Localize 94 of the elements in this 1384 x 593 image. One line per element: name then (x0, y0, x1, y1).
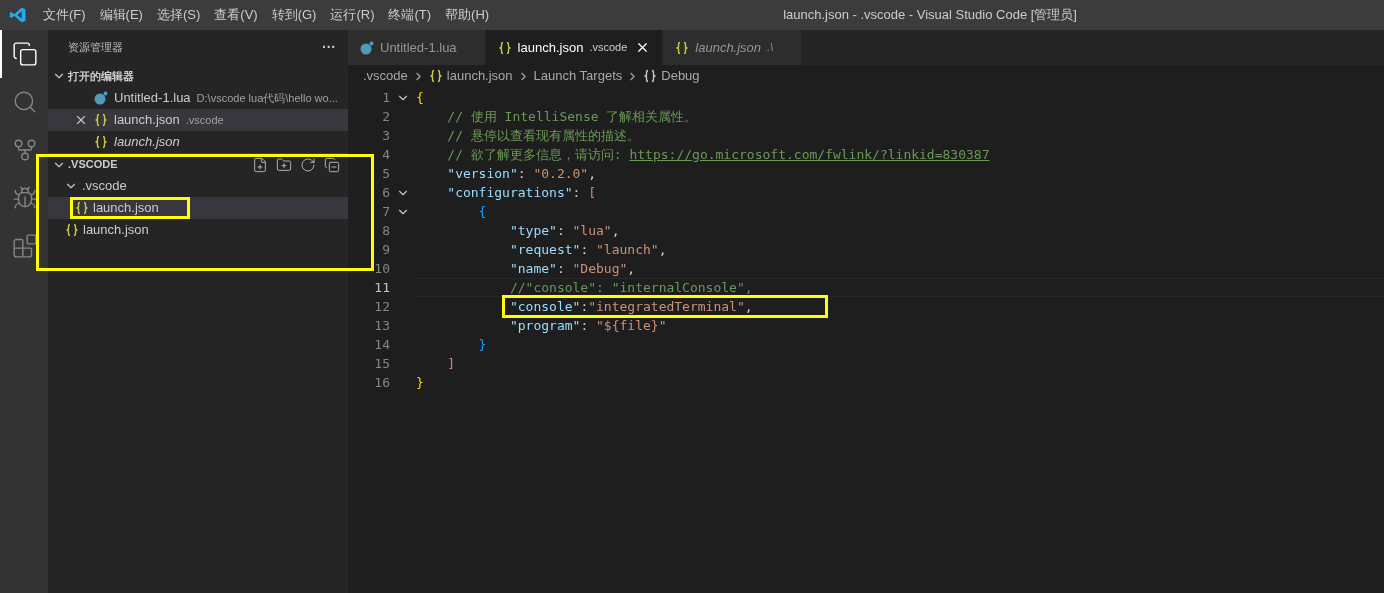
line-number: 7 (381, 202, 390, 221)
line-number: 2 (381, 107, 390, 126)
braces-icon (94, 135, 108, 149)
code-line: "console":"integratedTerminal", (416, 296, 825, 317)
section-title: 打开的编辑器 (68, 68, 134, 84)
file-label: launch.json (114, 133, 180, 152)
code-line: // 悬停以查看现有属性的描述。 (446, 126, 640, 145)
line-number: 13 (373, 316, 390, 335)
tab-path: .vscode (589, 40, 628, 56)
line-number: 15 (373, 354, 390, 373)
braces-icon (75, 201, 89, 215)
code-line: ] (446, 354, 456, 373)
line-number: 12 (373, 297, 390, 316)
window-title: launch.json - .vscode - Visual Studio Code [管理员] (783, 6, 1077, 25)
menu-item[interactable]: 帮助(H) (438, 5, 497, 25)
blocks-icon (12, 233, 38, 259)
line-number: 9 (381, 240, 390, 259)
menu-item[interactable]: 文件(F) (36, 5, 93, 25)
moon-icon (94, 91, 108, 105)
code-line: "program": "${file}" (508, 316, 667, 335)
menu-item[interactable]: 转到(G) (264, 5, 324, 25)
breadcrumb-item[interactable]: launch.json (446, 66, 513, 86)
tree-item[interactable]: launch.json (48, 197, 348, 219)
branch-icon (12, 137, 38, 163)
search-icon (12, 89, 38, 115)
sidebar-title: 资源管理器 (68, 40, 123, 56)
line-number: 1 (381, 88, 390, 107)
line-number: 4 (381, 145, 390, 164)
braces-icon (675, 40, 690, 55)
braces-icon (497, 40, 512, 55)
new-file-icon[interactable] (252, 156, 268, 173)
file-label: .vscode (82, 177, 127, 196)
tree-item[interactable]: .vscode (48, 175, 348, 197)
section-header[interactable]: 打开的编辑器 (48, 65, 348, 87)
more-button[interactable]: ··· (322, 37, 336, 58)
menu-item[interactable]: 终端(T) (381, 5, 439, 25)
code-line: "request": "launch", (508, 240, 667, 259)
editor-tab[interactable]: Untitled-1.lua (348, 30, 486, 65)
editor-tab[interactable]: launch.json .\ (663, 30, 803, 65)
tab-label: launch.json (695, 38, 762, 57)
open-editor-item[interactable]: launch.json (48, 131, 348, 153)
file-path: .vscode (185, 112, 224, 128)
menu-item[interactable]: 编辑(E) (92, 5, 150, 25)
line-number: 6 (381, 183, 390, 202)
line-number: 5 (381, 164, 390, 183)
code-line: "configurations": [ (446, 183, 597, 202)
close-icon[interactable] (74, 113, 88, 127)
line-number: 16 (373, 373, 390, 392)
file-label: launch.json (114, 111, 180, 130)
line-number: 14 (373, 335, 390, 354)
line-number: 3 (381, 126, 390, 145)
braces-icon (65, 223, 79, 237)
moon-icon (360, 40, 374, 55)
files-icon (12, 41, 38, 67)
code-line: { (416, 88, 424, 107)
code-line: { (477, 202, 487, 221)
tree-item[interactable]: launch.json (48, 219, 348, 241)
code-line: } (477, 335, 487, 354)
menu-item[interactable]: 运行(R) (323, 5, 382, 25)
editor-tab[interactable]: launch.json .vscode (485, 30, 664, 65)
line-number: 8 (381, 221, 390, 240)
refresh-icon[interactable] (300, 156, 316, 173)
line-number: 11 (373, 278, 390, 297)
code-line: "type": "lua", (508, 221, 620, 240)
code-line: } (416, 373, 424, 392)
braces-icon (428, 69, 443, 83)
collapse-icon[interactable] (324, 156, 340, 173)
code-line: // 欲了解更多信息，请访问: https://go.microsoft.com/fwlink/?linkid=830387 (446, 145, 990, 164)
section-header[interactable]: .VSCODE (48, 153, 348, 175)
file-label: launch.json (93, 199, 159, 218)
breadcrumb-item[interactable]: Launch Targets (533, 66, 623, 86)
menu-item[interactable]: 选择(S) (149, 5, 208, 25)
code-line: // 使用 IntelliSense 了解相关属性。 (446, 107, 698, 126)
file-path: D:\vscode lua代码\hello wo... (196, 90, 338, 106)
section-title: .VSCODE (68, 157, 119, 173)
tab-label: Untitled-1.lua (380, 38, 457, 57)
braces-icon (643, 69, 658, 83)
menu-item[interactable]: 查看(V) (207, 5, 265, 25)
bug-icon (12, 185, 38, 211)
open-editor-item[interactable]: Untitled-1.lua D:\vscode lua代码\hello wo... (48, 87, 348, 109)
file-label: launch.json (83, 221, 149, 240)
code-line: //"console": "internalConsole", (508, 278, 753, 297)
code-line: "name": "Debug", (508, 259, 636, 278)
braces-icon (94, 113, 108, 127)
line-number: 10 (373, 259, 390, 278)
open-editor-item[interactable]: launch.json .vscode (48, 109, 348, 131)
tab-label: launch.json (517, 38, 584, 57)
new-folder-icon[interactable] (276, 156, 292, 173)
file-label: Untitled-1.lua (114, 89, 191, 108)
code-line: "version": "0.2.0", (446, 164, 597, 183)
tab-path: .\ (767, 40, 774, 56)
logo-icon (9, 6, 27, 24)
breadcrumb-item[interactable]: .vscode (363, 66, 408, 86)
breadcrumb-item[interactable]: Debug (661, 66, 700, 86)
